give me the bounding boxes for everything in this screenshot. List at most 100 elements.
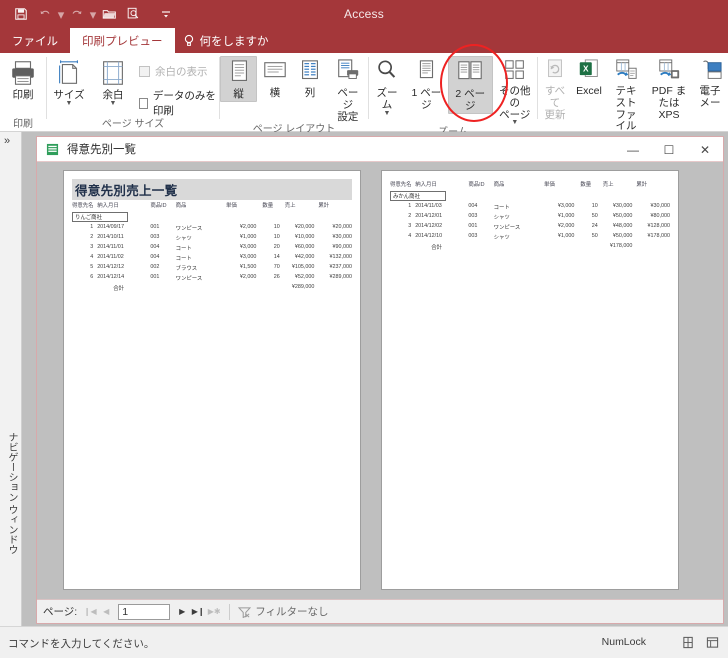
margins-dropdown-caret-icon[interactable]: ▼: [110, 101, 117, 107]
navigation-pane-collapsed[interactable]: » ナビゲーション ウィンドウ: [0, 132, 22, 626]
cell-item-id: 004: [150, 243, 175, 253]
cell-sales: ¥42,000: [285, 253, 319, 263]
undo-caret-icon[interactable]: ▾: [58, 3, 64, 25]
preview-page-1[interactable]: 得意先別売上一覧 得意先名 納入月日 商品ID 商品 単価 数量 売上: [63, 170, 361, 590]
filter-status[interactable]: フィルターなし: [238, 604, 328, 619]
page-nav-label: ページ:: [43, 604, 77, 619]
numlock-indicator: NumLock: [602, 636, 646, 648]
show-margins-checkbox[interactable]: 余白の表示: [139, 64, 217, 79]
document-title-bar: 得意先別一覧 — ☐ ✕: [37, 137, 723, 162]
document-window: 得意先別一覧 — ☐ ✕ 得意先別売上一覧 得意先名 納入月日: [36, 136, 724, 624]
size-dropdown-caret-icon[interactable]: ▼: [66, 101, 73, 107]
total-row: 合計 ¥178,000: [390, 242, 670, 252]
group-name-cell: りんご商社: [72, 211, 352, 223]
cell-qty: 14: [262, 253, 284, 263]
table-row: 5 2014/12/12 002 ブラウス ¥1,500 70 ¥105,000…: [72, 263, 352, 273]
page-number-input[interactable]: 1: [118, 604, 170, 620]
table-row: 1 2014/11/03 004 コート ¥3,000 10 ¥30,000 ¥…: [390, 202, 670, 212]
save-icon[interactable]: [10, 3, 32, 25]
print-preview-view-icon[interactable]: [678, 633, 698, 651]
last-page-button[interactable]: ▶❙: [191, 604, 205, 620]
columns-button-label: 列: [305, 88, 316, 100]
pdf-xps-button[interactable]: PDF または XPS: [646, 56, 692, 121]
zoom-button[interactable]: ズーム ▼: [369, 56, 405, 117]
tab-print-preview[interactable]: 印刷プレビュー: [70, 28, 175, 53]
navigation-pane-label: ナビゲーション ウィンドウ: [3, 432, 19, 555]
page-setup-button-label: ページ 設定: [333, 88, 363, 123]
one-page-button-label: 1 ページ: [410, 88, 443, 112]
cell-price: ¥2,000: [226, 223, 262, 233]
preview-page-2[interactable]: 得意先名 納入月日 商品ID 商品 単価 数量 売上 累計: [381, 170, 679, 590]
print-button[interactable]: 印刷: [0, 56, 46, 102]
maximize-button[interactable]: ☐: [651, 137, 687, 162]
two-pages-button[interactable]: 2 ページ: [448, 56, 493, 114]
chevron-double-right-icon[interactable]: »: [4, 136, 10, 146]
pdf-xps-icon: [657, 58, 681, 84]
table-body-page-2: みかん商社 1 2014/11/03 004 コート ¥3,000 10 ¥30…: [390, 190, 670, 252]
portrait-button[interactable]: 縦: [220, 56, 257, 102]
ribbon-group-page-layout: 縦 横: [220, 53, 368, 132]
undo-icon[interactable]: [34, 3, 56, 25]
first-page-button[interactable]: ❙◀: [83, 604, 97, 620]
excel-button[interactable]: X Excel: [572, 56, 606, 98]
cell-qty: 10: [262, 233, 284, 243]
print-preview-icon[interactable]: [122, 3, 144, 25]
cell-item: コート: [176, 243, 226, 253]
filter-icon: [238, 606, 251, 618]
columns-button[interactable]: 列: [292, 56, 327, 100]
redo-caret-icon[interactable]: ▾: [90, 3, 96, 25]
size-button[interactable]: サイズ ▼: [47, 56, 91, 107]
table-body-page-1: りんご商社 1 2014/09/17 001 ワンピース ¥2,000 10 ¥…: [72, 211, 352, 293]
cell-item-id: 001: [468, 222, 493, 232]
col-date: 納入月日: [415, 179, 468, 190]
layout-view-icon[interactable]: [702, 633, 722, 651]
email-button[interactable]: 電子メー: [692, 56, 728, 110]
page-setup-button[interactable]: ページ 設定: [328, 56, 368, 123]
print-data-only-checkbox[interactable]: データのみを印刷: [139, 88, 217, 118]
landscape-button[interactable]: 横: [257, 56, 292, 100]
col-cumulative: 累計: [636, 179, 670, 190]
table-row: 3 2014/11/01 004 コート ¥3,000 20 ¥60,000 ¥…: [72, 243, 352, 253]
table-row: 6 2014/12/14 001 ワンピース ¥2,000 26 ¥52,000…: [72, 273, 352, 283]
cell-item-id: 004: [468, 202, 493, 212]
report-table-page-1: 得意先名 納入月日 商品ID 商品 単価 数量 売上 累計: [72, 200, 352, 293]
report-table-page-2: 得意先名 納入月日 商品ID 商品 単価 数量 売上 累計: [390, 179, 670, 252]
cell-date: 2014/11/01: [97, 243, 150, 253]
previous-page-button[interactable]: ◀: [99, 604, 113, 620]
zoom-dropdown-caret-icon[interactable]: ▼: [384, 111, 391, 117]
open-icon[interactable]: [98, 3, 120, 25]
redo-icon[interactable]: [66, 3, 88, 25]
next-page-button[interactable]: ▶: [175, 604, 189, 620]
tell-me-box[interactable]: 何をしますか: [175, 28, 277, 53]
text-file-button[interactable]: テキスト ファイル: [606, 56, 646, 133]
cell-item-id: 004: [150, 253, 175, 263]
cell-item-id: 001: [150, 273, 175, 283]
margins-button[interactable]: 余白 ▼: [91, 56, 135, 107]
two-pages-icon: [456, 59, 484, 87]
cell-no: 3: [72, 243, 97, 253]
more-pages-button-label: その他の ページ: [498, 86, 532, 121]
group-name: りんご商社: [72, 212, 128, 222]
cell-price: ¥1,000: [544, 232, 580, 242]
close-button[interactable]: ✕: [687, 137, 723, 162]
total-row: 合計 ¥289,000: [72, 283, 352, 293]
table-row: 1 2014/09/17 001 ワンピース ¥2,000 10 ¥20,000…: [72, 223, 352, 233]
print-preview-area[interactable]: 得意先別売上一覧 得意先名 納入月日 商品ID 商品 単価 数量 売上: [37, 162, 723, 600]
customize-qat-icon[interactable]: [155, 3, 177, 25]
one-page-button[interactable]: 1 ページ: [405, 56, 448, 112]
cell-item: シャツ: [494, 232, 544, 242]
new-page-button[interactable]: ▶✱: [207, 604, 221, 620]
tab-file[interactable]: ファイル: [0, 28, 70, 53]
text-file-button-label: テキスト ファイル: [611, 86, 641, 133]
cell-price: ¥1,000: [544, 212, 580, 222]
cell-qty: 20: [262, 243, 284, 253]
cell-item-id: 003: [468, 212, 493, 222]
table-row: 4 2014/12/10 003 シャツ ¥1,000 50 ¥50,000 ¥…: [390, 232, 670, 242]
more-pages-button[interactable]: その他の ページ ▼: [493, 56, 537, 126]
cell-item: ワンピース: [176, 273, 226, 283]
refresh-all-button[interactable]: すべて 更新: [538, 56, 572, 121]
cell-qty: 26: [262, 273, 284, 283]
minimize-button[interactable]: —: [615, 137, 651, 162]
cell-item: シャツ: [176, 233, 226, 243]
col-price: 単価: [544, 179, 580, 190]
